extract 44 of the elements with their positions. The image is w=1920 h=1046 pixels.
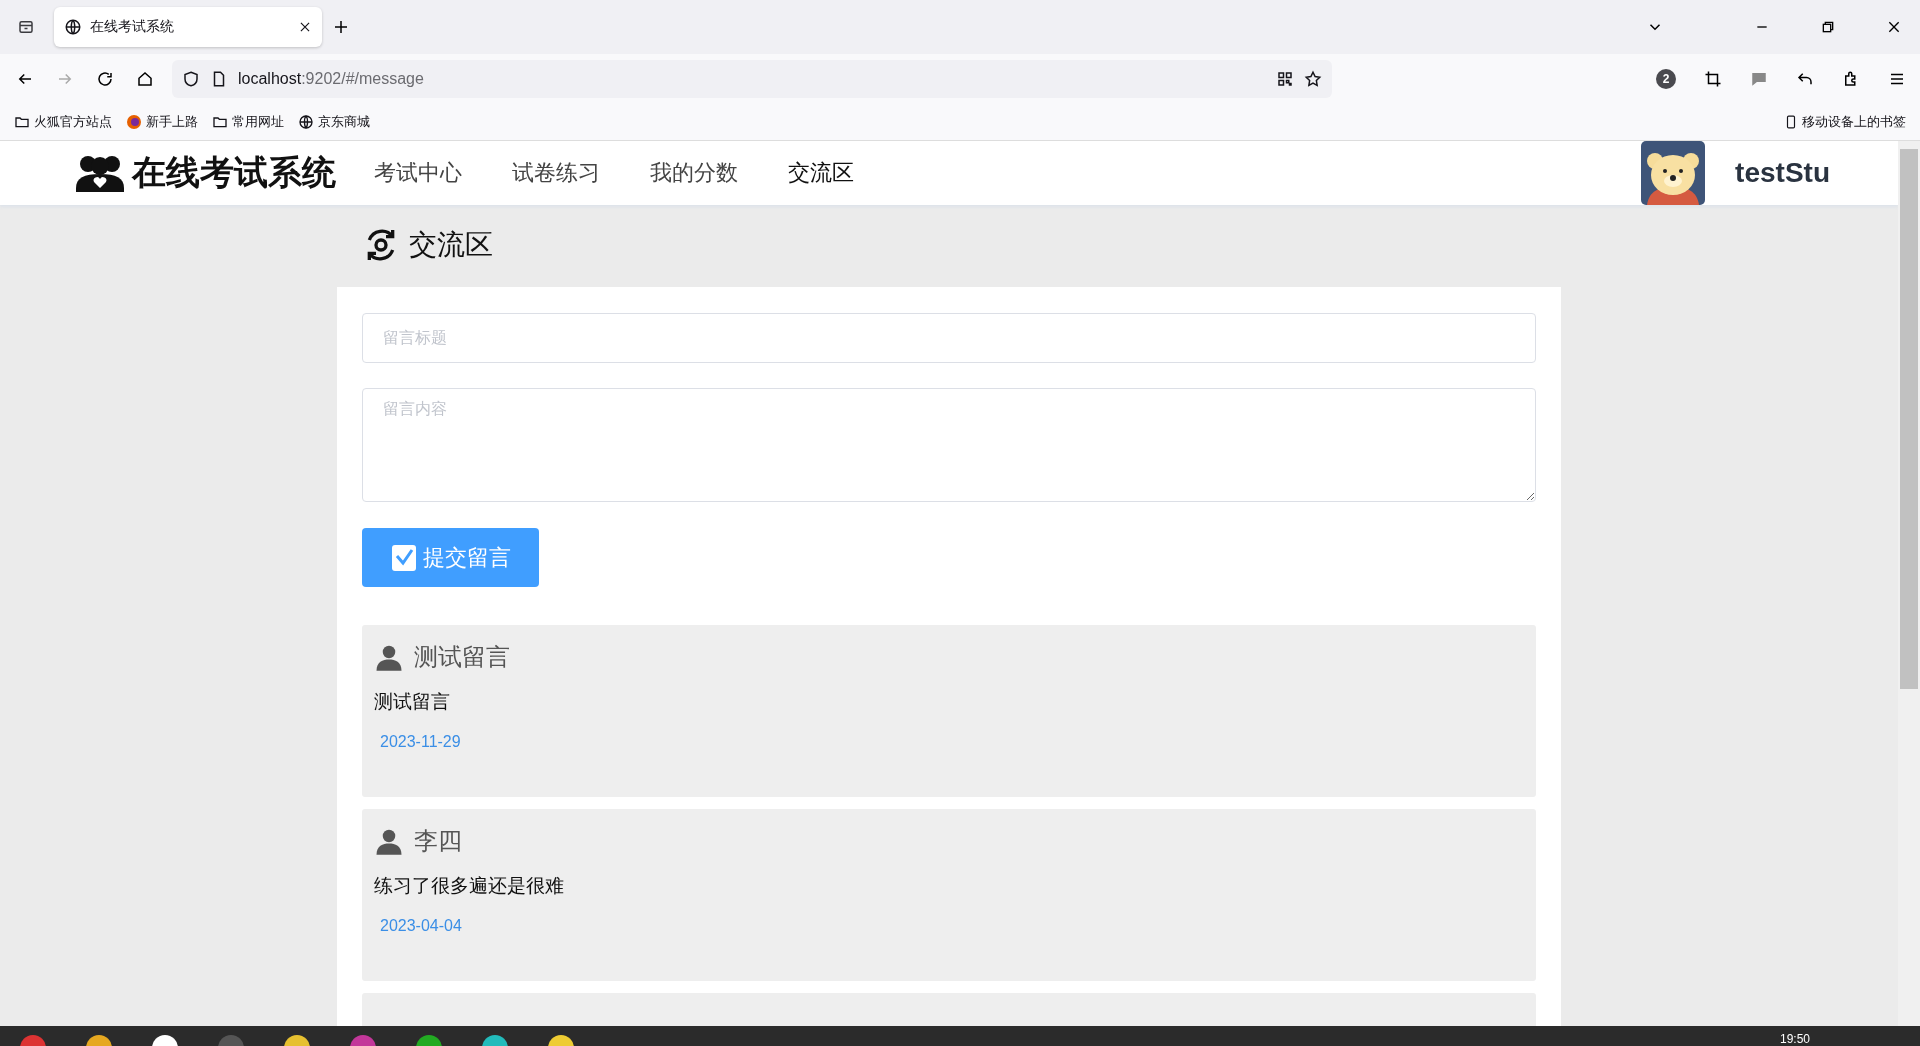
bookmark-link[interactable]: 常用网址 [212,113,284,131]
crop-icon[interactable] [1704,70,1722,88]
notification-badge[interactable]: 2 [1656,69,1676,89]
bookmark-link[interactable]: 移动设备上的书签 [1784,113,1906,131]
message-text: 练习了很多遍还是很难 [374,874,565,898]
bookmark-link[interactable]: 火狐官方站点 [14,113,112,131]
restore-icon[interactable] [1820,19,1836,35]
chat-bubble-icon[interactable] [1750,70,1768,88]
browser-tab[interactable]: 在线考试系统 [54,7,322,47]
globe-icon [298,114,314,130]
folder-icon [212,114,228,130]
star-icon[interactable] [1304,70,1322,88]
username[interactable]: testStu [1735,157,1830,189]
phone-icon [1784,114,1798,130]
folder-icon [14,114,30,130]
nav-link[interactable]: 试卷练习 [512,154,600,192]
bookmark-link[interactable]: 新手上路 [126,113,198,131]
nav-link[interactable]: 交流区 [788,154,854,192]
message-date: 2023-04-04 [379,917,463,935]
site-logo[interactable]: 在线考试系统 [74,150,336,196]
firefox-icon [126,114,142,130]
message-text: 测试留言 [374,690,451,714]
close-icon[interactable] [298,20,312,34]
reload-icon[interactable] [96,70,114,88]
taskbar-clock: 19:50 [1779,1031,1810,1046]
tab-title: 在线考试系统 [90,18,175,36]
bookmark-link[interactable]: 京东商城 [298,113,370,131]
message-author: 李四 [414,826,462,856]
url-text: localhost:9202/#/message [238,70,425,88]
globe-icon [64,18,82,36]
message-date: 2023-11-29 [379,733,462,751]
address-bar[interactable]: localhost:9202/#/message [172,60,1332,98]
scrollbar[interactable] [1898,141,1920,1026]
qr-code-icon[interactable] [1276,70,1294,88]
new-tab-icon[interactable] [332,18,350,36]
close-icon[interactable] [1886,19,1902,35]
shield-icon[interactable] [182,70,200,88]
page-title: 交流区 [409,228,493,262]
nav-link[interactable]: 我的分数 [650,154,738,192]
nav-link[interactable]: 考试中心 [374,154,462,192]
message-author: 测试留言 [414,642,510,672]
content-field[interactable]: 留言内容 [362,388,1536,502]
home-icon[interactable] [136,70,154,88]
title-field[interactable]: 留言标题 [362,313,1536,363]
